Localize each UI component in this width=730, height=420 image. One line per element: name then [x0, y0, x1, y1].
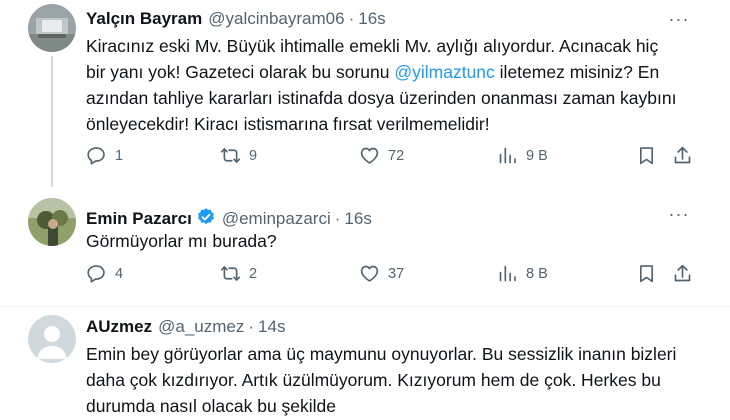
user-handle[interactable]: @eminpazarci	[222, 209, 331, 229]
bookmark-icon	[636, 263, 657, 284]
dot-separator: ·	[348, 9, 355, 28]
reply-icon	[86, 263, 107, 284]
user-handle[interactable]: @a_uzmez	[158, 317, 244, 337]
text-fragment: bir yanı yok! Gazeteci olarak bu sorunu	[86, 62, 395, 82]
mention-link[interactable]: @yilmaztunc	[394, 62, 494, 82]
dot-separator: ·	[334, 209, 341, 228]
text-line: daha çok kızdırıyor. Artık üzülmüyorum. …	[86, 370, 661, 390]
bookmark-button[interactable]	[636, 145, 657, 166]
user-handle[interactable]: @yalcinbayram06	[208, 9, 344, 29]
retweet-icon	[220, 263, 241, 284]
like-button[interactable]: 72	[359, 145, 404, 166]
avatar[interactable]	[28, 198, 76, 246]
tweet-header: AUzmez @a_uzmez · 14s	[86, 317, 285, 337]
avatar-photo	[28, 4, 76, 52]
like-count: 37	[388, 265, 405, 282]
text-line: durumda nasıl olacak bu şekilde	[86, 396, 337, 416]
share-button[interactable]	[672, 145, 693, 166]
tweet-header: Emin Pazarcı @eminpazarci · 16s	[86, 204, 372, 229]
like-count: 72	[388, 147, 405, 164]
retweet-count: 2	[249, 265, 258, 282]
tweet-header: Yalçın Bayram @yalcinbayram06 · 16s	[86, 9, 386, 29]
reply-icon	[86, 145, 107, 166]
more-icon[interactable]: ···	[666, 204, 692, 224]
views-icon	[497, 263, 518, 284]
views-count: 8 B	[526, 265, 548, 282]
share-button[interactable]	[672, 263, 693, 284]
action-bar: 4 2 37 8 B	[86, 263, 696, 287]
tweet[interactable]: AUzmez @a_uzmez · 14s Emin bey görüyorla…	[0, 307, 730, 420]
display-name[interactable]: AUzmez	[86, 317, 152, 337]
retweet-button[interactable]: 9	[220, 145, 257, 166]
tweet-text: Emin bey görüyorlar ama üç maymunu oynuy…	[86, 341, 696, 419]
views-button[interactable]: 8 B	[497, 263, 548, 284]
reply-count: 4	[115, 265, 124, 282]
avatar[interactable]	[28, 4, 76, 52]
default-avatar-icon	[28, 315, 76, 363]
retweet-button[interactable]: 2	[220, 263, 257, 284]
avatar-photo	[28, 198, 76, 246]
like-icon	[359, 145, 380, 166]
tweet-text: Kiracınız eski Mv. Büyük ihtimalle emekl…	[86, 33, 696, 137]
tweet-text: Görmüyorlar mı burada?	[86, 228, 696, 254]
retweet-count: 9	[249, 147, 258, 164]
tweet[interactable]: Yalçın Bayram @yalcinbayram06 · 16s ··· …	[0, 0, 730, 187]
reply-button[interactable]: 1	[86, 145, 123, 166]
like-icon	[359, 263, 380, 284]
thread-line	[51, 56, 53, 187]
action-bar: 1 9 72 9 B	[86, 145, 696, 169]
text-line: Emin bey görüyorlar ama üç maymunu oynuy…	[86, 344, 677, 364]
timestamp[interactable]: 14s	[258, 317, 285, 337]
text-line: bir yanı yok! Gazeteci olarak bu sorunu …	[86, 59, 696, 85]
tweet[interactable]: Emin Pazarcı @eminpazarci · 16s ··· Görm…	[0, 187, 730, 307]
timestamp[interactable]: 16s	[344, 209, 371, 229]
more-icon[interactable]: ···	[666, 9, 692, 29]
views-button[interactable]: 9 B	[497, 145, 548, 166]
reply-button[interactable]: 4	[86, 263, 123, 284]
views-icon	[497, 145, 518, 166]
dot-separator: ·	[248, 317, 255, 336]
text-line: önleyecekdir! Kiracı istismarına fırsat …	[86, 114, 490, 134]
timestamp[interactable]: 16s	[358, 9, 385, 29]
views-count: 9 B	[526, 147, 548, 164]
text-fragment: iletemez misiniz? En	[499, 62, 660, 82]
like-button[interactable]: 37	[359, 263, 404, 284]
display-name[interactable]: Emin Pazarcı	[86, 209, 192, 229]
avatar[interactable]	[28, 315, 76, 363]
share-icon	[672, 145, 693, 166]
text-line: Kiracınız eski Mv. Büyük ihtimalle emekl…	[86, 36, 659, 56]
bookmark-icon	[636, 145, 657, 166]
share-icon	[672, 263, 693, 284]
text-line: Görmüyorlar mı burada?	[86, 231, 277, 251]
retweet-icon	[220, 145, 241, 166]
bookmark-button[interactable]	[636, 263, 657, 284]
text-line: azından tahliye kararları istinafda dosy…	[86, 88, 677, 108]
reply-count: 1	[115, 147, 124, 164]
verified-icon	[197, 208, 214, 225]
display-name[interactable]: Yalçın Bayram	[86, 9, 202, 29]
